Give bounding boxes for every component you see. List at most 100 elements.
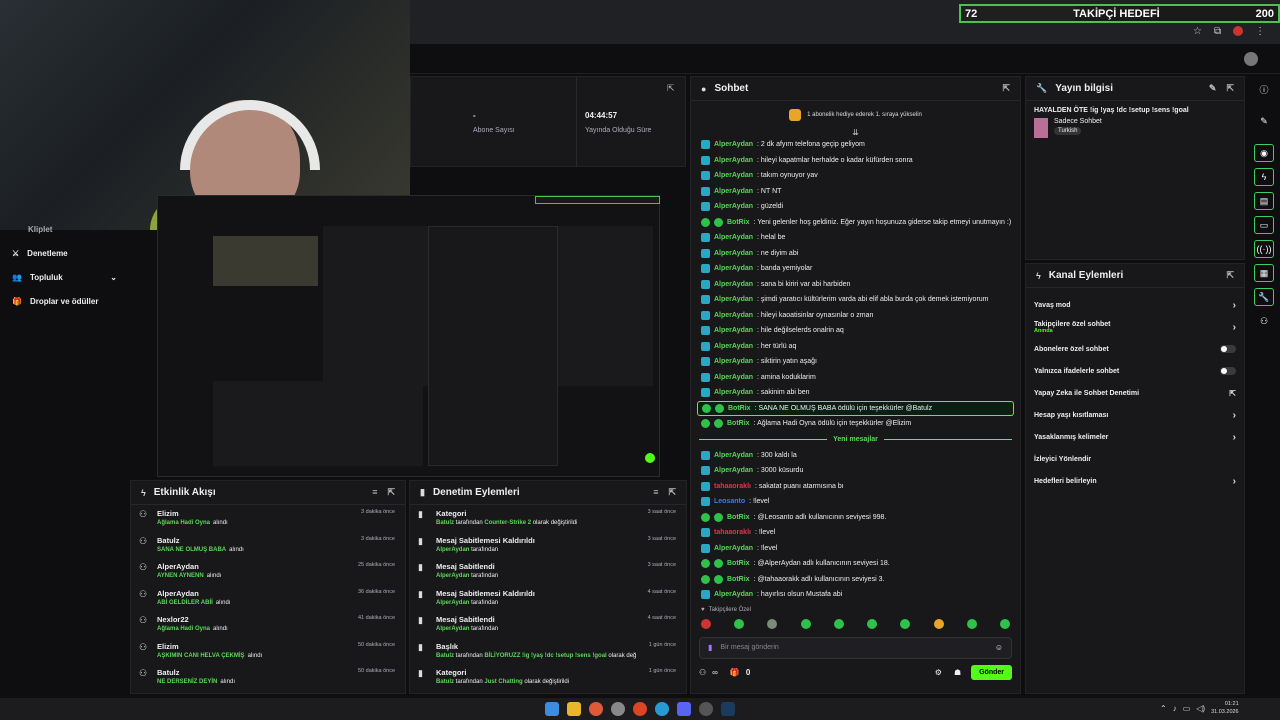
chat-username[interactable]: AlperAydan [714, 141, 753, 148]
chat-username[interactable]: AlperAydan [714, 157, 753, 164]
emoji-icon[interactable]: ☺ [995, 643, 1003, 652]
steam-icon[interactable] [721, 702, 735, 716]
gift-banner[interactable]: 1 abonelik hediye ederek 1. sıraya yükse… [691, 101, 1020, 129]
chat-username[interactable]: Leosanto [714, 498, 745, 505]
channel-action-item[interactable]: Hedefleri belirleyin › [1026, 470, 1244, 492]
chat-username[interactable]: BotRix [727, 514, 750, 521]
bolt-icon[interactable]: ϟ [1254, 168, 1274, 186]
chat-username[interactable]: tahaaoraklı [714, 529, 751, 536]
emote-icon[interactable] [966, 618, 977, 629]
filter-icon[interactable]: ≡ [653, 487, 658, 498]
chat-username[interactable]: AlperAydan [714, 545, 753, 552]
chat-username[interactable]: BotRix [727, 420, 750, 427]
camera-icon[interactable]: ◉ [1254, 144, 1274, 162]
clipboard-icon[interactable]: ▤ [1254, 192, 1274, 210]
emote-icon[interactable] [734, 618, 745, 629]
chat-username[interactable]: AlperAydan [714, 296, 753, 303]
extension-icon[interactable]: ⧉ [1214, 26, 1221, 37]
activity-user[interactable]: AlperAydan [157, 562, 221, 571]
opera-icon[interactable] [633, 702, 647, 716]
chrome-icon[interactable] [589, 702, 603, 716]
emote-icon[interactable] [701, 618, 711, 629]
discord-icon[interactable] [677, 702, 691, 716]
channel-action-item[interactable]: Yapay Zeka ile Sohbet Denetimi ⇱ [1026, 382, 1244, 404]
emote-icon[interactable] [800, 618, 811, 629]
mod-actor[interactable]: AlperAydan [436, 547, 469, 553]
toggle-switch[interactable] [1220, 345, 1236, 353]
mod-actor[interactable]: Batulz [436, 679, 454, 685]
filter-icon[interactable]: ≡ [372, 487, 377, 498]
popout-icon[interactable]: ⇱ [1002, 83, 1010, 94]
popout-icon[interactable]: ⇱ [668, 487, 676, 498]
activity-user[interactable]: Nexlor22 [157, 615, 228, 624]
activity-user[interactable]: Elizim [157, 642, 262, 651]
chat-username[interactable]: AlperAydan [714, 188, 753, 195]
avatar[interactable] [1244, 52, 1258, 66]
chat-username[interactable]: tahaaoraklı [714, 483, 751, 490]
activity-user[interactable]: Elizim [157, 509, 228, 518]
broadcast-icon[interactable]: ((·)) [1254, 240, 1274, 258]
emote-icon[interactable] [933, 618, 944, 629]
popout-icon[interactable]: ⇱ [1226, 83, 1234, 94]
users-icon[interactable]: ⚇ [699, 668, 706, 677]
channel-action-item[interactable]: Takipçilere özel sohbet Anında › [1026, 316, 1244, 338]
channel-action-item[interactable]: İzleyici Yönlendir [1026, 448, 1244, 470]
profile-icon[interactable] [1233, 26, 1244, 36]
channel-action-item[interactable]: Abonelere özel sohbet [1026, 338, 1244, 360]
popout-icon[interactable]: ⇱ [387, 487, 395, 498]
chat-username[interactable]: AlperAydan [714, 250, 753, 257]
emote-icon[interactable] [900, 618, 911, 629]
chat-username[interactable]: BotRix [728, 405, 751, 412]
chat-username[interactable]: AlperAydan [714, 234, 753, 241]
nav-item-moderation[interactable]: ⚔ Denetleme [12, 249, 68, 258]
chat-username[interactable]: AlperAydan [714, 172, 753, 179]
emote-icon[interactable] [999, 618, 1010, 629]
chat-username[interactable]: BotRix [727, 219, 750, 226]
chat-username[interactable]: BotRix [727, 560, 750, 567]
chat-username[interactable]: AlperAydan [714, 374, 753, 381]
popout-icon[interactable]: ⇱ [1226, 270, 1234, 281]
menu-icon[interactable]: ⋮ [1255, 26, 1265, 37]
clock[interactable]: 01:21 31.03.2026 [1211, 700, 1239, 716]
grid-icon[interactable]: ▦ [1254, 264, 1274, 282]
nav-item-community[interactable]: 👥 Topluluk ⌄ [12, 273, 117, 282]
activity-user[interactable]: Batulz [157, 668, 235, 677]
chat-input[interactable]: ▮ Bir mesaj gönderin ☺ [699, 636, 1012, 659]
popout-icon[interactable]: ⇱ [667, 83, 675, 94]
mod-actor[interactable]: AlperAydan [436, 626, 469, 632]
volume-icon[interactable]: ◁) [1196, 704, 1205, 713]
nav-item-clips[interactable]: Kliplet [28, 225, 52, 234]
chat-username[interactable]: BotRix [727, 576, 750, 583]
edge-icon[interactable] [655, 702, 669, 716]
wrench-icon[interactable]: 🔧 [1254, 288, 1274, 306]
channel-action-item[interactable]: Yavaş mod › [1026, 294, 1244, 316]
chat-username[interactable]: AlperAydan [714, 452, 753, 459]
chat-username[interactable]: AlperAydan [714, 312, 753, 319]
chat-username[interactable]: AlperAydan [714, 343, 753, 350]
edit-icon[interactable]: ✎ [1209, 83, 1217, 94]
emote-icon[interactable] [767, 618, 778, 629]
category-name[interactable]: Sadece Sohbet [1054, 118, 1102, 125]
chat-username[interactable]: AlperAydan [714, 591, 753, 598]
stream-preview[interactable] [157, 195, 660, 477]
channel-action-item[interactable]: Yalnızca ifadelerle sohbet [1026, 360, 1244, 382]
gear-icon[interactable]: ⚙ [935, 668, 942, 677]
chat-username[interactable]: AlperAydan [714, 327, 753, 334]
mod-actor[interactable]: AlperAydan [436, 600, 469, 606]
mod-actor[interactable]: Batulz [436, 520, 454, 526]
app-icon[interactable] [611, 702, 625, 716]
emote-icon[interactable] [867, 618, 878, 629]
channel-action-item[interactable]: Hesap yaşı kısıtlaması › [1026, 404, 1244, 426]
mod-actor[interactable]: Batulz [436, 653, 454, 659]
nav-item-drops[interactable]: 🎁 Droplar ve ödüller [12, 297, 98, 306]
chat-username[interactable]: AlperAydan [714, 281, 753, 288]
activity-user[interactable]: AlperAydan [157, 589, 230, 598]
star-icon[interactable]: ☆ [1193, 26, 1202, 37]
chat-username[interactable]: AlperAydan [714, 467, 753, 474]
chevron-up-icon[interactable]: ⌃ [1160, 704, 1167, 713]
mod-actor[interactable]: AlperAydan [436, 573, 469, 579]
file-explorer-icon[interactable] [567, 702, 581, 716]
emote-icon[interactable] [833, 618, 844, 629]
chat-username[interactable]: AlperAydan [714, 203, 753, 210]
toggle-switch[interactable] [1220, 367, 1236, 375]
